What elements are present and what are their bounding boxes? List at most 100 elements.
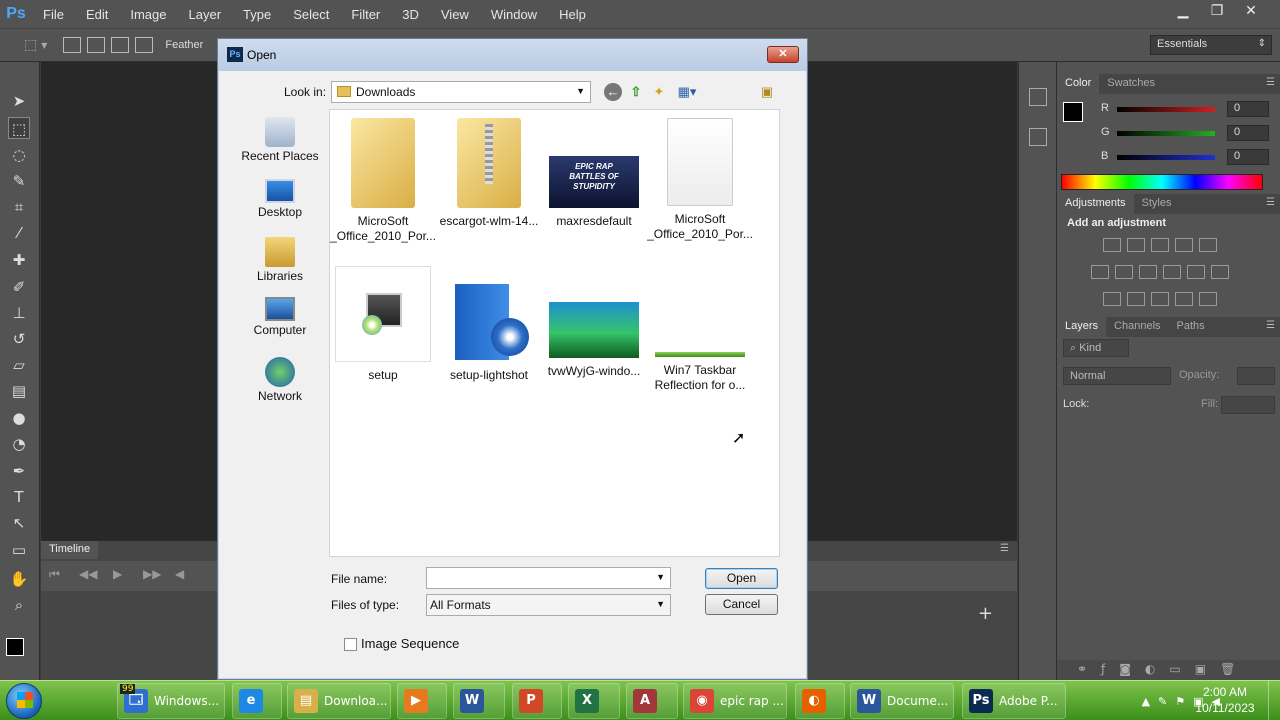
taskbar-item[interactable]: ◐ xyxy=(795,683,845,719)
history-brush-tool-icon[interactable]: ↺ xyxy=(8,328,30,350)
path-selection-tool-icon[interactable]: ↖ xyxy=(8,512,30,534)
tab-adjustments[interactable]: Adjustments xyxy=(1057,194,1134,214)
up-folder-icon[interactable]: ⇧ xyxy=(627,83,645,101)
lasso-tool-icon[interactable]: ◌ xyxy=(8,144,30,166)
next-frame-icon[interactable]: ▶▶ xyxy=(143,567,161,581)
panel-menu-icon[interactable]: ☰ xyxy=(1266,77,1275,88)
close-window-button[interactable]: ✕ xyxy=(1234,0,1268,22)
green-value-input[interactable]: 0 xyxy=(1227,125,1269,141)
panel-menu-icon[interactable]: ☰ xyxy=(1000,543,1009,554)
clock[interactable]: 2:00 AM 10/11/2023 xyxy=(1190,684,1260,716)
vibrance-icon[interactable] xyxy=(1199,238,1217,252)
marquee-tool-preset-icon[interactable]: ⬚ xyxy=(24,37,37,53)
tab-styles[interactable]: Styles xyxy=(1134,194,1180,214)
taskbar-item[interactable]: W Docume... xyxy=(850,683,954,719)
scrollbar[interactable] xyxy=(780,109,797,557)
history-panel-icon[interactable] xyxy=(1029,88,1047,106)
files-of-type-select[interactable]: All Formats ▼ xyxy=(426,594,671,616)
file-item[interactable]: MicroSoft _Office_2010_Por... xyxy=(330,118,436,244)
new-selection-icon[interactable] xyxy=(63,37,82,53)
tab-color[interactable]: Color xyxy=(1057,74,1100,94)
blur-tool-icon[interactable]: ● xyxy=(8,407,30,429)
place-computer[interactable]: Computer xyxy=(230,297,330,337)
taskbar-item[interactable]: ▤ Downloa... xyxy=(287,683,391,719)
red-slider[interactable] xyxy=(1117,107,1215,112)
foreground-color-swatch[interactable] xyxy=(6,638,24,656)
dodge-tool-icon[interactable]: ◔ xyxy=(8,433,30,455)
black-white-icon[interactable] xyxy=(1139,265,1157,279)
file-item[interactable]: Win7 Taskbar Reflection for o... xyxy=(647,266,753,393)
view-menu-icon[interactable]: ▦▾ xyxy=(674,83,700,101)
add-icon[interactable]: + xyxy=(978,603,993,624)
crop-tool-icon[interactable]: ⌗ xyxy=(8,196,30,218)
file-item[interactable]: escargot-wlm-14... xyxy=(436,118,542,229)
menu-view[interactable]: View xyxy=(430,7,480,22)
taskbar-item[interactable]: 🗔 99 Windows... xyxy=(117,683,225,719)
menu-file[interactable]: File xyxy=(32,7,75,22)
gradient-tool-icon[interactable]: ▤ xyxy=(8,380,30,402)
back-icon[interactable]: ← xyxy=(604,83,622,101)
tab-channels[interactable]: Channels xyxy=(1106,317,1168,337)
blue-value-input[interactable]: 0 xyxy=(1227,149,1269,165)
color-balance-icon[interactable] xyxy=(1115,265,1133,279)
place-libraries[interactable]: Libraries xyxy=(230,237,330,283)
tab-paths[interactable]: Paths xyxy=(1169,317,1213,337)
move-tool-icon[interactable]: ➤ xyxy=(8,90,30,112)
intersect-selection-icon[interactable] xyxy=(135,37,154,53)
posterize-icon[interactable] xyxy=(1127,292,1145,306)
restore-button[interactable]: ❐ xyxy=(1200,0,1234,22)
quick-selection-tool-icon[interactable]: ✎ xyxy=(8,170,30,192)
image-sequence-checkbox[interactable] xyxy=(344,638,357,651)
channel-mixer-icon[interactable] xyxy=(1187,265,1205,279)
action-center-icon[interactable]: ⚑ xyxy=(1175,695,1185,708)
minimize-button[interactable]: ▁ xyxy=(1166,0,1200,22)
open-button[interactable]: Open xyxy=(705,568,778,589)
menu-help[interactable]: Help xyxy=(548,7,597,22)
brush-tool-icon[interactable]: ✐ xyxy=(8,276,30,298)
look-in-select[interactable]: Downloads ▼ xyxy=(331,81,591,103)
foreground-swatch[interactable] xyxy=(1063,102,1083,122)
panel-menu-icon[interactable]: ☰ xyxy=(1266,197,1275,208)
rectangle-tool-icon[interactable]: ▭ xyxy=(8,539,30,561)
layer-filter-kind[interactable]: ⌕ Kind xyxy=(1063,339,1129,357)
levels-icon[interactable] xyxy=(1127,238,1145,252)
show-hidden-icons[interactable]: ▲ xyxy=(1142,695,1150,708)
zoom-tool-icon[interactable]: ⌕ xyxy=(8,594,30,616)
hand-tool-icon[interactable]: ✋ xyxy=(8,568,30,590)
menu-filter[interactable]: Filter xyxy=(340,7,391,22)
taskbar-item[interactable]: X xyxy=(568,683,620,719)
layers-footer-icons[interactable]: ⚭ƒ◙◐▭▣🗑 xyxy=(1057,660,1280,680)
place-desktop[interactable]: Desktop xyxy=(230,179,330,219)
dialog-close-button[interactable]: ✕ xyxy=(767,46,799,63)
taskbar-item[interactable]: A xyxy=(626,683,678,719)
exposure-icon[interactable] xyxy=(1175,238,1193,252)
play-icon[interactable]: ▶ xyxy=(113,567,122,581)
first-frame-icon[interactable]: ⏮ xyxy=(49,567,60,582)
opacity-input[interactable] xyxy=(1237,367,1275,385)
start-button[interactable] xyxy=(6,683,42,719)
fill-input[interactable] xyxy=(1221,396,1275,414)
file-item[interactable]: MicroSoft _Office_2010_Por... xyxy=(647,118,753,242)
healing-brush-tool-icon[interactable]: ✚ xyxy=(8,249,30,271)
hue-saturation-icon[interactable] xyxy=(1091,265,1109,279)
previous-frame-icon[interactable]: ◀◀ xyxy=(79,567,97,581)
workspace-select[interactable]: Essentials xyxy=(1150,35,1272,55)
blend-mode-select[interactable]: Normal xyxy=(1063,367,1171,385)
taskbar-item[interactable]: Ps Adobe P... xyxy=(962,683,1066,719)
eraser-tool-icon[interactable]: ▱ xyxy=(8,354,30,376)
taskbar-item[interactable]: ◉ epic rap ... xyxy=(683,683,787,719)
place-recent-places[interactable]: Recent Places xyxy=(230,117,330,163)
tab-layers[interactable]: Layers xyxy=(1057,317,1107,337)
menu-window[interactable]: Window xyxy=(480,7,548,22)
cancel-button[interactable]: Cancel xyxy=(705,594,778,615)
taskbar-item[interactable]: P xyxy=(512,683,562,719)
menu-image[interactable]: Image xyxy=(119,7,177,22)
gradient-map-icon[interactable] xyxy=(1199,292,1217,306)
menu-edit[interactable]: Edit xyxy=(75,7,119,22)
taskbar-item[interactable]: e xyxy=(232,683,282,719)
place-network[interactable]: Network xyxy=(230,357,330,403)
file-item[interactable]: setup-lightshot xyxy=(436,266,542,383)
menu-layer[interactable]: Layer xyxy=(178,7,233,22)
eyedropper-tool-icon[interactable]: ⁄ xyxy=(8,222,30,244)
tab-timeline[interactable]: Timeline xyxy=(41,541,99,559)
